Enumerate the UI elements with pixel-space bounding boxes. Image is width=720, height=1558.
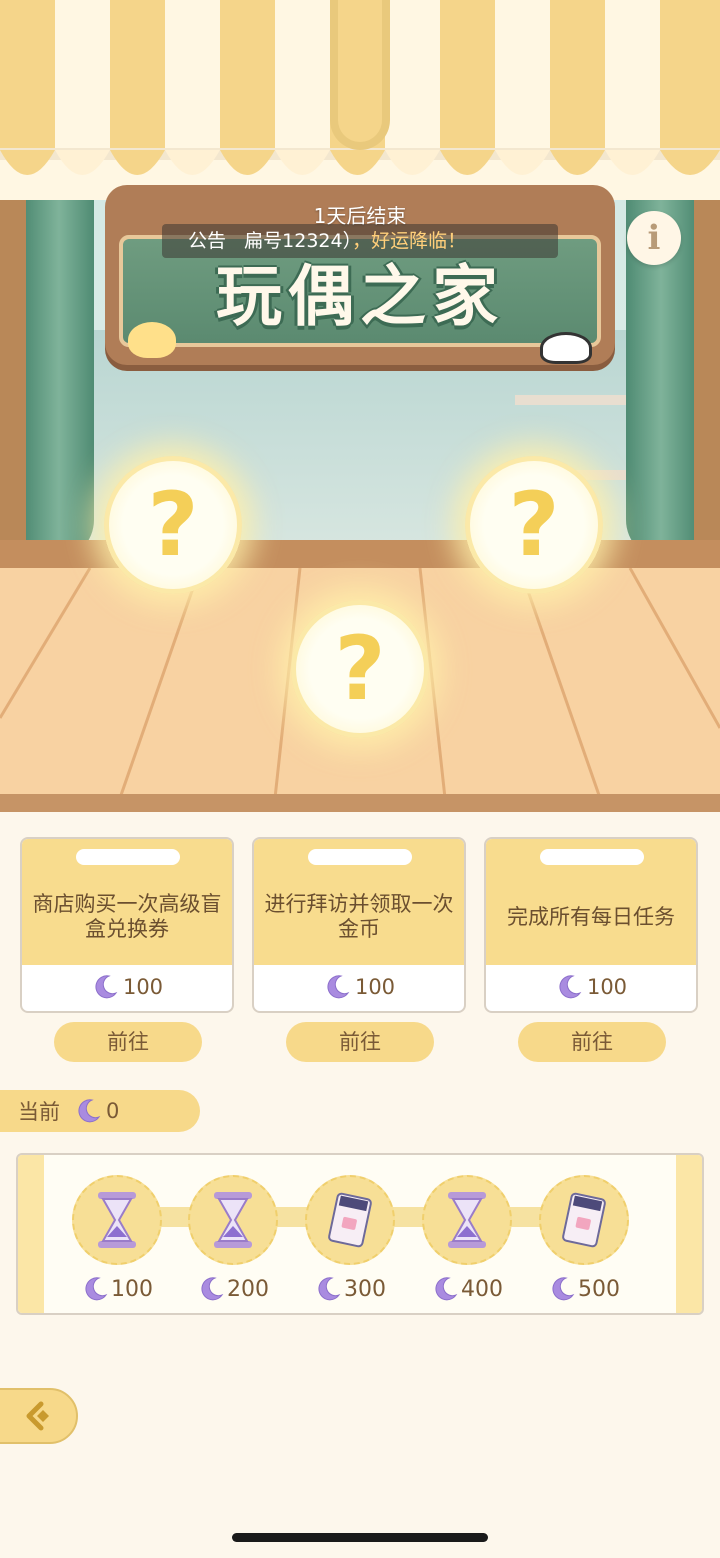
mystery-prize-center[interactable]: ? [291,600,429,738]
milestone-reward[interactable] [539,1175,629,1265]
task-card: 商店购买一次高级盲盒兑换券 100 [20,837,234,1013]
event-banner-scene: 玩偶之家 1天后结束 公告 扁号12324），好运降临！ i ? ? ? [0,0,720,812]
milestone-cost: 300 [295,1275,405,1303]
moon-currency-icon [85,1277,108,1301]
task-reward: 100 [486,969,696,1005]
moon-currency-icon [95,975,118,999]
task-card-tab [76,849,180,865]
milestone-cost-value: 300 [344,1276,386,1302]
announcement-highlight: ，好运降临！ [352,230,467,252]
stall-post [694,190,720,570]
counter-edge [0,794,720,812]
back-button[interactable] [0,1388,78,1444]
milestone-cost: 400 [412,1275,522,1303]
question-mark-icon: ? [508,473,560,576]
milestone-cost-value: 500 [578,1276,620,1302]
hourglass-icon [98,1192,136,1248]
task-card-tab [308,849,412,865]
home-indicator[interactable] [232,1533,488,1542]
hourglass-icon [214,1192,252,1248]
milestone-cost-value: 100 [111,1276,153,1302]
chick-mascot-icon [128,322,176,358]
progress-side-decoration [676,1155,702,1313]
task-reward: 100 [254,969,464,1005]
moon-currency-icon [552,1277,575,1301]
info-icon: i [647,218,661,258]
current-balance: 当前 0 [0,1090,200,1132]
moon-currency-icon [327,975,350,999]
moon-currency-icon [318,1277,341,1301]
task-description: 商店购买一次高级盲盒兑换券 [32,892,222,941]
question-mark-icon: ? [147,473,199,576]
milestone-progress: 100 200 300 400 500 [16,1153,704,1315]
milestone-reward[interactable] [422,1175,512,1265]
task-card: 进行拜访并领取一次金币 100 [252,837,466,1013]
task-go-button[interactable]: 前往 [54,1022,202,1062]
question-mark-icon: ? [334,617,386,720]
task-description: 完成所有每日任务 [507,904,675,929]
ticket-icon [328,1192,372,1248]
task-reward-amount: 100 [586,975,628,999]
milestone-reward[interactable] [188,1175,278,1265]
mystery-prize-left[interactable]: ? [104,456,242,594]
task-card: 完成所有每日任务 100 [484,837,698,1013]
milestone-reward[interactable] [305,1175,395,1265]
task-reward-amount: 100 [354,975,396,999]
task-go-button[interactable]: 前往 [286,1022,434,1062]
current-value: 0 [106,1099,120,1123]
current-label: 当前 [18,1100,60,1124]
moon-currency-icon [78,1099,101,1123]
milestone-cost: 200 [178,1275,288,1303]
task-go-button[interactable]: 前往 [518,1022,666,1062]
task-reward: 100 [22,969,232,1005]
stall-post [0,190,26,570]
task-card-tab [540,849,644,865]
ticket-icon [562,1192,606,1248]
milestone-cost: 100 [62,1275,172,1303]
moon-currency-icon [201,1277,224,1301]
mystery-prize-right[interactable]: ? [465,456,603,594]
announcement-prefix: 公告 [188,230,227,252]
progress-side-decoration [18,1155,44,1313]
task-description: 进行拜访并领取一次金币 [264,892,454,941]
info-button[interactable]: i [627,211,681,265]
moon-currency-icon [559,975,582,999]
back-arrow-icon [26,1401,49,1431]
milestone-cost-value: 400 [461,1276,503,1302]
moon-currency-icon [435,1277,458,1301]
milestone-cost-value: 200 [227,1276,269,1302]
milestone-cost: 500 [529,1275,639,1303]
announcement-body: 扁号12324） [244,230,353,252]
panda-mascot-icon [540,332,592,364]
milestone-reward[interactable] [72,1175,162,1265]
sign-rope [330,0,390,150]
announcement-marquee: 公告 扁号12324），好运降临！ [162,224,558,258]
curtain-left [24,180,94,560]
hourglass-icon [448,1192,486,1248]
task-reward-amount: 100 [122,975,164,999]
